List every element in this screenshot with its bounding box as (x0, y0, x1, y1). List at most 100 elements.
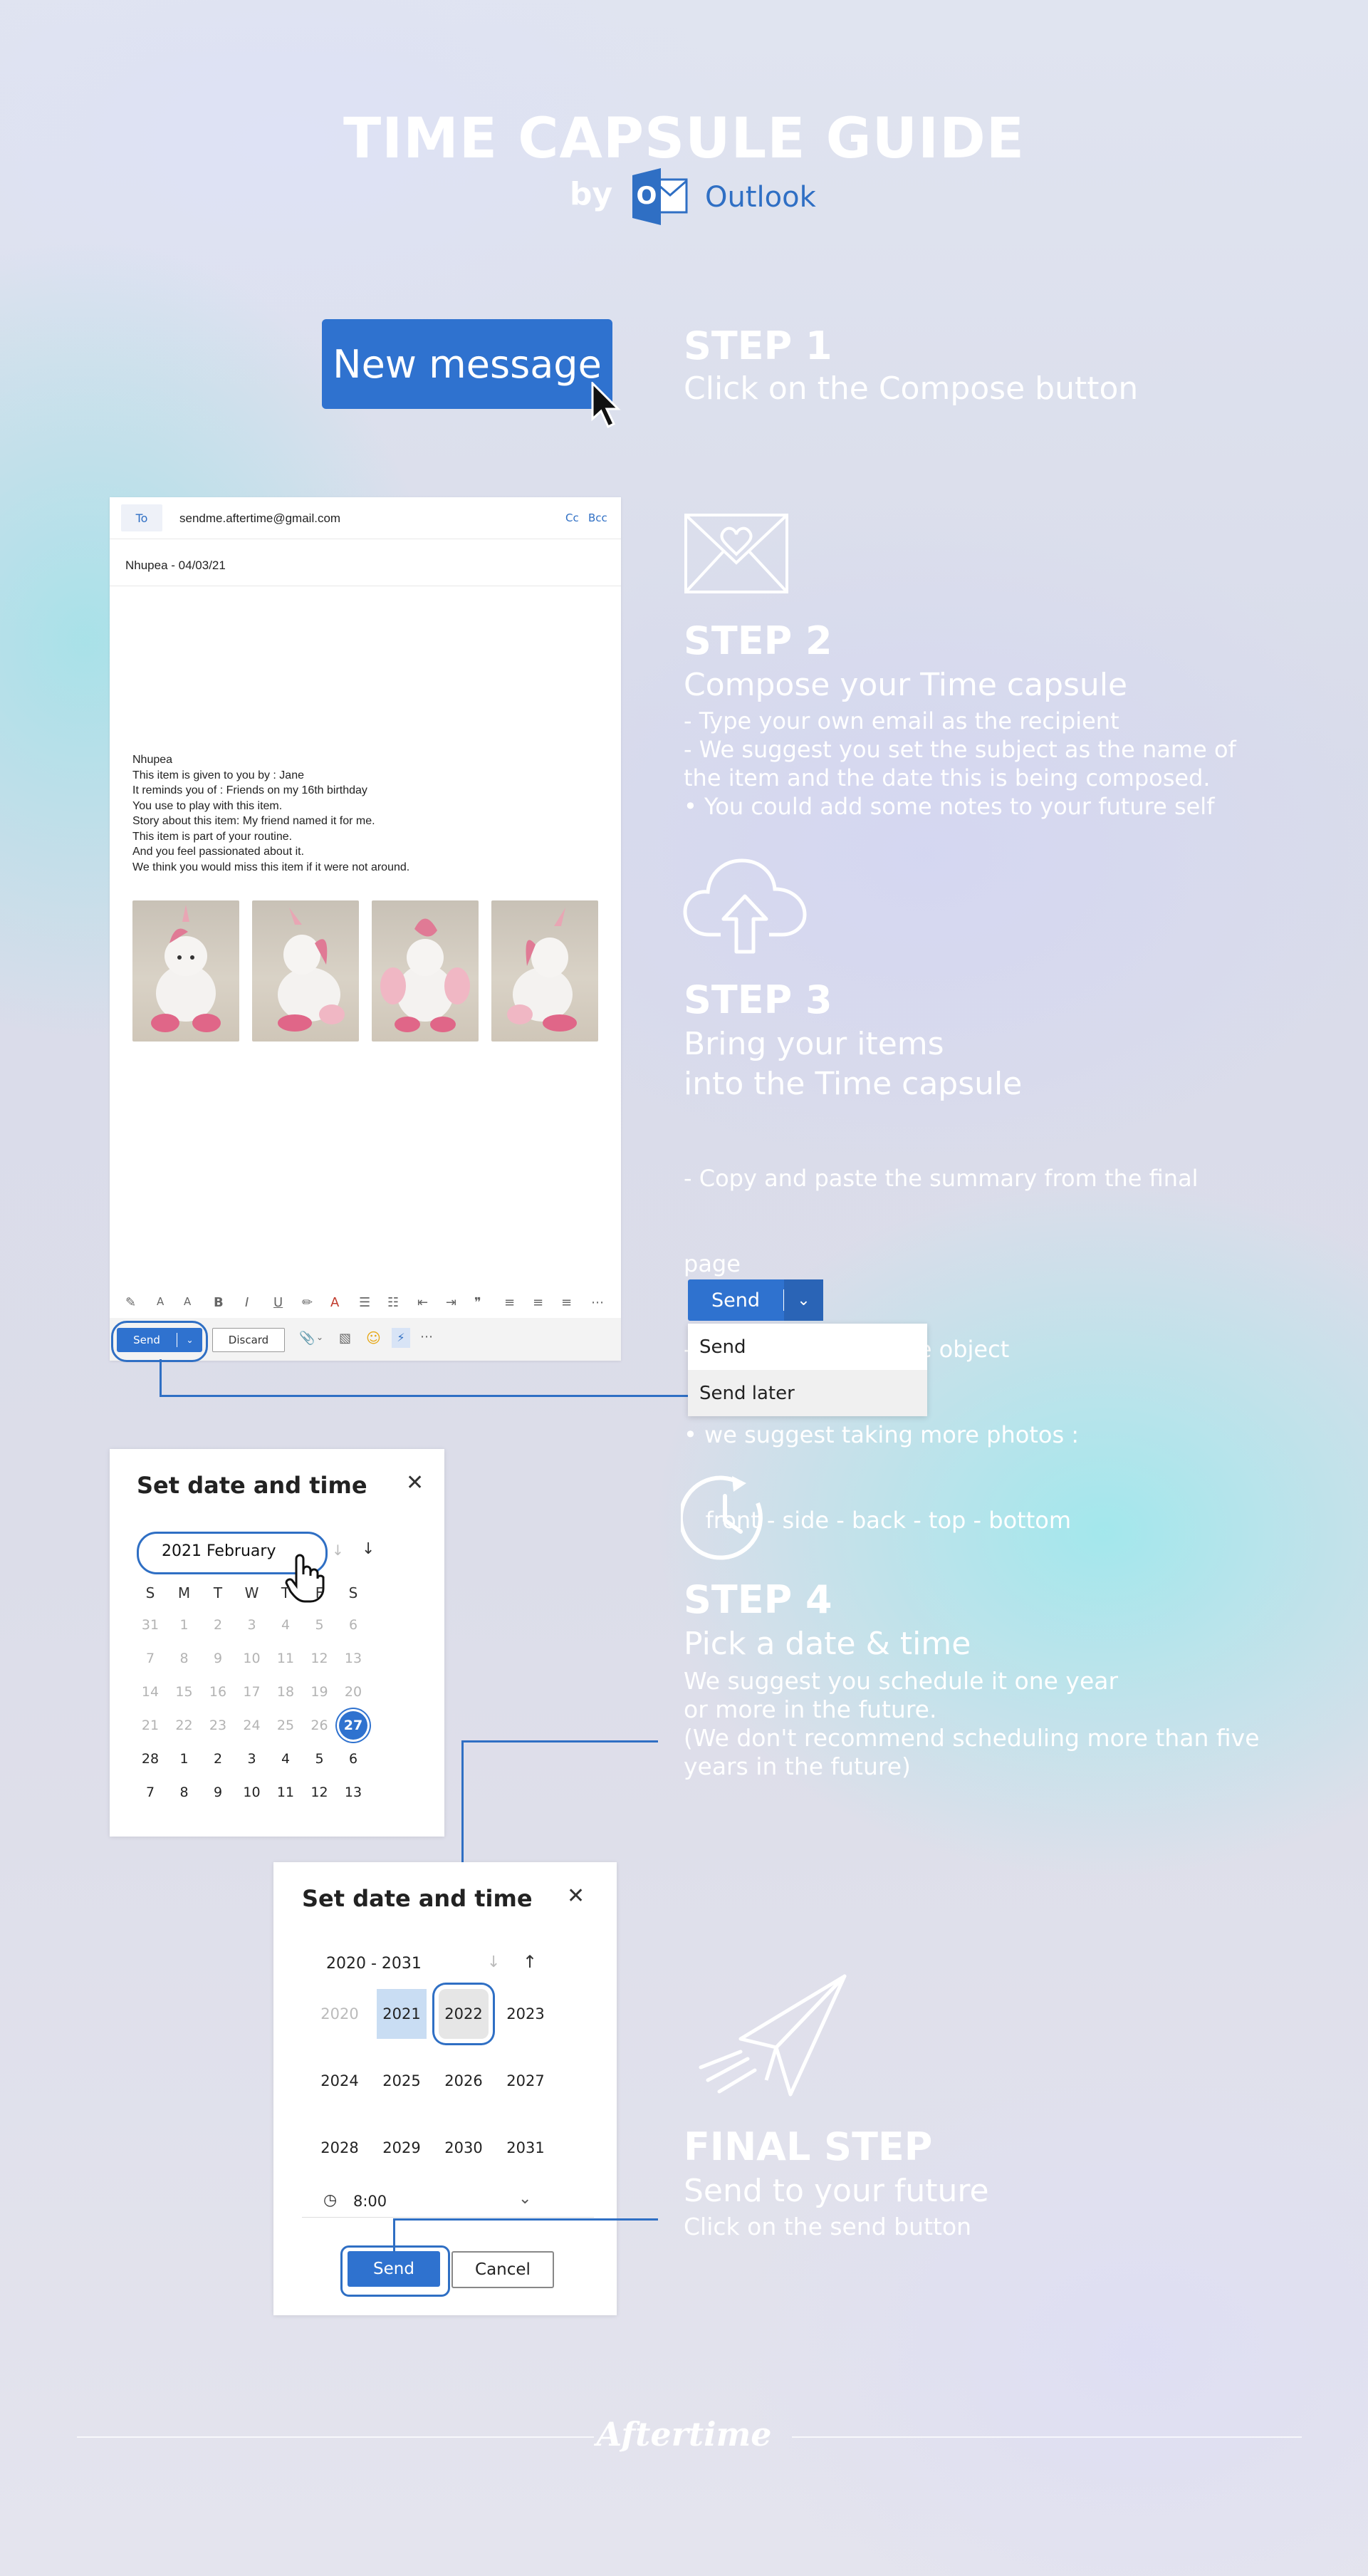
year-cell[interactable]: 2027 (501, 2056, 550, 2106)
increase-indent-icon[interactable]: ⇥ (446, 1295, 456, 1310)
insert-image-icon[interactable]: ▧ (339, 1331, 351, 1346)
calendar-day[interactable]: 20 (337, 1684, 370, 1700)
attached-photo-side[interactable] (252, 900, 359, 1042)
bcc-link[interactable]: Bcc (588, 511, 607, 524)
calendar-day[interactable]: 1 (168, 1617, 201, 1633)
discard-button[interactable]: Discard (212, 1328, 285, 1352)
chevron-down-icon[interactable]: ⌄ (518, 2190, 531, 2208)
italic-icon[interactable]: I (245, 1295, 249, 1310)
attached-photo-front[interactable] (132, 900, 239, 1042)
calendar-day[interactable]: 24 (236, 1718, 268, 1733)
calendar-day[interactable]: 28 (134, 1751, 167, 1767)
year-cell[interactable]: 2020 (315, 1989, 365, 2039)
calendar-day[interactable]: 11 (269, 1651, 302, 1666)
calendar-day[interactable]: 6 (337, 1617, 370, 1633)
cancel-button[interactable]: Cancel (451, 2251, 554, 2288)
to-button[interactable]: To (121, 504, 162, 531)
attached-photo-back[interactable] (372, 900, 479, 1042)
calendar-day[interactable]: 2 (202, 1751, 234, 1767)
chevron-down-icon[interactable]: ⌄ (784, 1279, 823, 1321)
arrow-down-icon[interactable]: ↓ (487, 1953, 500, 1971)
calendar-day[interactable]: 6 (337, 1751, 370, 1767)
emoji-icon[interactable]: ☺ (366, 1329, 381, 1346)
cc-link[interactable]: Cc (565, 511, 579, 524)
menu-item-send[interactable]: Send (688, 1324, 927, 1370)
calendar-day[interactable]: 4 (269, 1751, 302, 1767)
close-icon[interactable]: ✕ (567, 1884, 585, 1908)
year-cell[interactable]: 2023 (501, 1989, 550, 2039)
calendar-day[interactable]: 8 (168, 1785, 201, 1800)
calendar-day[interactable]: 10 (236, 1651, 268, 1666)
calendar-day[interactable]: 3 (236, 1617, 268, 1633)
attach-icon[interactable]: 📎 (299, 1331, 315, 1346)
calendar-day[interactable]: 12 (303, 1651, 336, 1666)
send-button[interactable]: Send (348, 2251, 440, 2287)
year-cell[interactable]: 2028 (315, 2123, 365, 2173)
chevron-down-icon[interactable]: ⌄ (316, 1332, 323, 1342)
calendar-day[interactable]: 14 (134, 1684, 167, 1700)
calendar-day[interactable]: 3 (236, 1751, 268, 1767)
calendar-day[interactable]: 26 (303, 1718, 336, 1733)
subject-field[interactable]: Nhupea - 04/03/21 (125, 559, 226, 573)
year-cell-current[interactable]: 2021 (377, 1989, 427, 2039)
calendar-day[interactable]: 13 (337, 1785, 370, 1800)
highlight-icon[interactable]: ✏ (302, 1295, 313, 1310)
align-center-icon[interactable]: ≡ (533, 1295, 543, 1310)
calendar-day[interactable]: 7 (134, 1785, 167, 1800)
calendar-day[interactable]: 17 (236, 1684, 268, 1700)
year-cell[interactable]: 2030 (439, 2123, 489, 2173)
bold-icon[interactable]: B (214, 1295, 224, 1310)
calendar-day[interactable]: 9 (202, 1785, 234, 1800)
calendar-day[interactable]: 4 (269, 1617, 302, 1633)
year-range-label[interactable]: 2020 - 2031 (326, 1955, 422, 1973)
close-icon[interactable]: ✕ (406, 1470, 424, 1495)
calendar-day[interactable]: 8 (168, 1651, 201, 1666)
year-cell[interactable]: 2031 (501, 2123, 550, 2173)
calendar-day[interactable]: 1 (168, 1751, 201, 1767)
calendar-day[interactable]: 5 (303, 1751, 336, 1767)
arrow-down-icon[interactable]: ↓ (362, 1540, 375, 1558)
year-cell-selected[interactable]: 2022 (439, 1989, 489, 2039)
format-painter-icon[interactable]: ✎ (125, 1295, 136, 1310)
arrow-up-icon[interactable]: ↑ (523, 1952, 537, 1972)
decrease-indent-icon[interactable]: ⇤ (417, 1295, 428, 1310)
more-options-icon[interactable]: ⋯ (420, 1329, 433, 1344)
new-message-button[interactable]: New message (322, 319, 612, 409)
year-cell[interactable]: 2029 (377, 2123, 427, 2173)
arrow-down-icon[interactable]: ↓ (332, 1542, 344, 1559)
year-cell[interactable]: 2025 (377, 2056, 427, 2106)
calendar-day[interactable]: 18 (269, 1684, 302, 1700)
calendar-day[interactable]: 2 (202, 1617, 234, 1633)
calendar-day-selected[interactable]: 27 (339, 1711, 367, 1740)
align-left-icon[interactable]: ≡ (504, 1295, 515, 1310)
calendar-day[interactable]: 22 (168, 1718, 201, 1733)
quote-icon[interactable]: ❞ (474, 1295, 481, 1310)
calendar-day[interactable]: 9 (202, 1651, 234, 1666)
calendar-day[interactable]: 31 (134, 1617, 167, 1633)
font-size-icon[interactable]: A (184, 1295, 191, 1308)
bullets-icon[interactable]: ☰ (359, 1295, 370, 1310)
designer-icon[interactable]: ⚡ (392, 1328, 410, 1348)
send-split-button[interactable]: Send ⌄ (688, 1279, 823, 1321)
numbering-icon[interactable]: ☷ (387, 1295, 399, 1310)
font-icon[interactable]: A (157, 1295, 164, 1308)
message-body[interactable]: Nhupea This item is given to you by : Ja… (132, 752, 409, 875)
align-right-icon[interactable]: ≡ (561, 1295, 572, 1310)
calendar-day[interactable]: 5 (303, 1617, 336, 1633)
calendar-day[interactable]: 10 (236, 1785, 268, 1800)
calendar-day[interactable]: 15 (168, 1684, 201, 1700)
menu-item-send-later[interactable]: Send later (688, 1370, 927, 1416)
calendar-day[interactable]: 7 (134, 1651, 167, 1666)
to-field[interactable]: sendme.aftertime@gmail.com (179, 511, 340, 526)
time-select[interactable]: 8:00 (353, 2193, 387, 2210)
calendar-day[interactable]: 11 (269, 1785, 302, 1800)
calendar-day[interactable]: 16 (202, 1684, 234, 1700)
underline-icon[interactable]: U (273, 1295, 283, 1310)
calendar-day[interactable]: 13 (337, 1651, 370, 1666)
year-cell[interactable]: 2024 (315, 2056, 365, 2106)
calendar-day[interactable]: 25 (269, 1718, 302, 1733)
attached-photo-top[interactable] (491, 900, 598, 1042)
year-cell[interactable]: 2026 (439, 2056, 489, 2106)
calendar-day[interactable]: 19 (303, 1684, 336, 1700)
calendar-day[interactable]: 23 (202, 1718, 234, 1733)
